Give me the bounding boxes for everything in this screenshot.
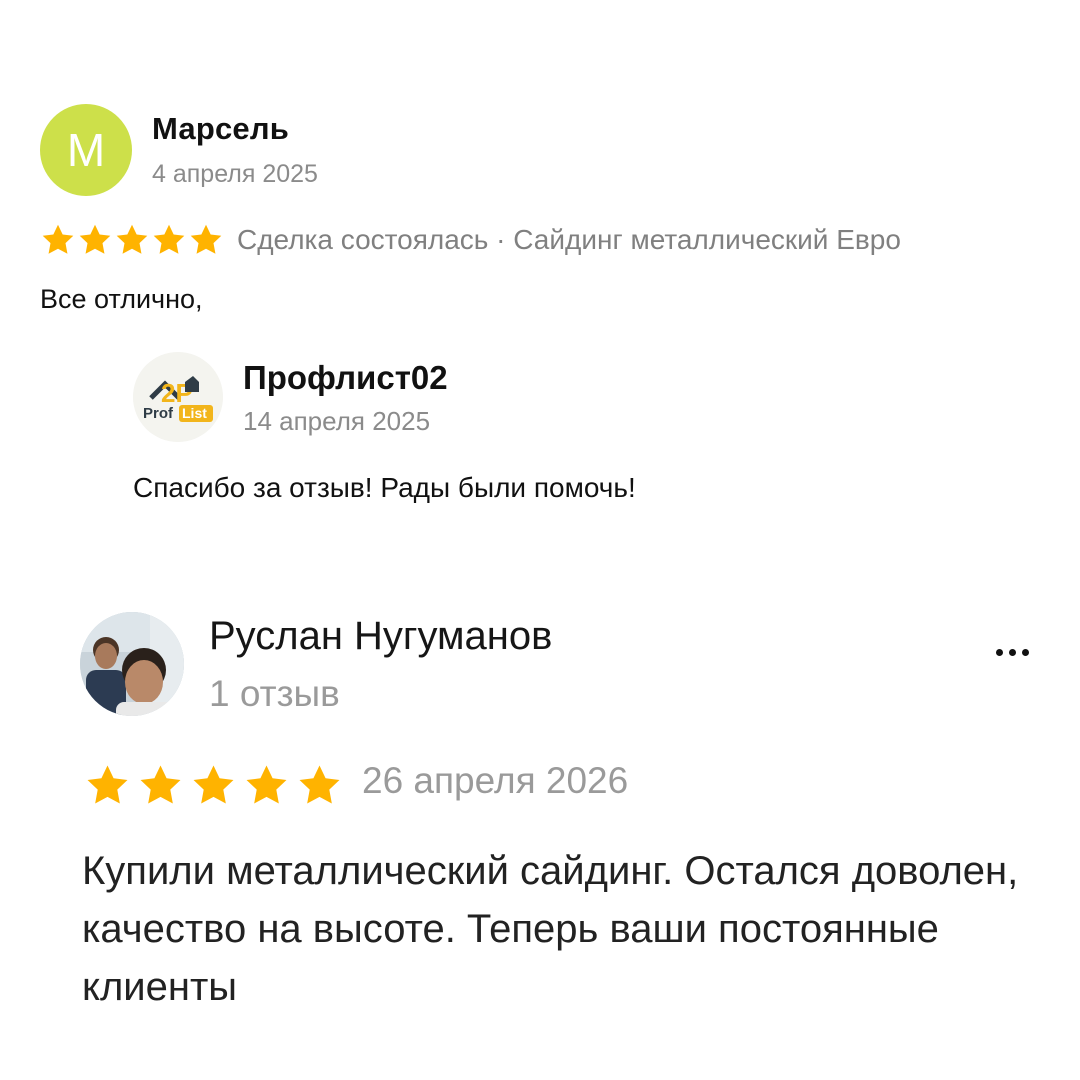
svg-text:Prof: Prof: [143, 405, 174, 422]
svg-text:List: List: [182, 405, 207, 421]
more-options-icon[interactable]: [984, 630, 1040, 674]
star-icon: [116, 224, 148, 254]
review-author[interactable]: Руслан Нугуманов: [209, 614, 552, 659]
star-rating: [40, 222, 224, 258]
review-text: Все отлично,: [40, 284, 203, 314]
star-icon: [190, 224, 222, 254]
reply-author[interactable]: Профлист02: [243, 359, 448, 397]
reviews-count[interactable]: 1 отзыв: [209, 673, 340, 715]
avatar[interactable]: М: [40, 104, 132, 196]
star-icon: [87, 765, 128, 804]
star-rating: [84, 762, 343, 809]
proflist-logo-icon: 2P Prof List: [133, 352, 223, 442]
star-icon: [299, 765, 340, 804]
user-photo-avatar[interactable]: [80, 612, 184, 716]
review-date: 4 апреля 2025: [152, 160, 318, 188]
reply-text: Спасибо за отзыв! Рады были помочь!: [133, 472, 636, 503]
dot: [1008, 648, 1016, 656]
dot: [995, 648, 1003, 656]
review-date: 26 апреля 2026: [362, 760, 629, 801]
dot: [1021, 648, 1029, 656]
star-icon: [140, 765, 181, 804]
review-meta: Сделка состоялась · Сайдинг металлически…: [237, 224, 901, 255]
star-icon: [193, 765, 234, 804]
star-icon: [246, 765, 287, 804]
reply-date: 14 апреля 2025: [243, 406, 431, 436]
review-text: Купили металлический сайдинг. Остался до…: [82, 849, 1019, 1009]
star-icon: [79, 224, 111, 254]
star-icon: [153, 224, 185, 254]
star-icon: [42, 224, 74, 254]
review-author[interactable]: Марсель: [152, 111, 289, 147]
